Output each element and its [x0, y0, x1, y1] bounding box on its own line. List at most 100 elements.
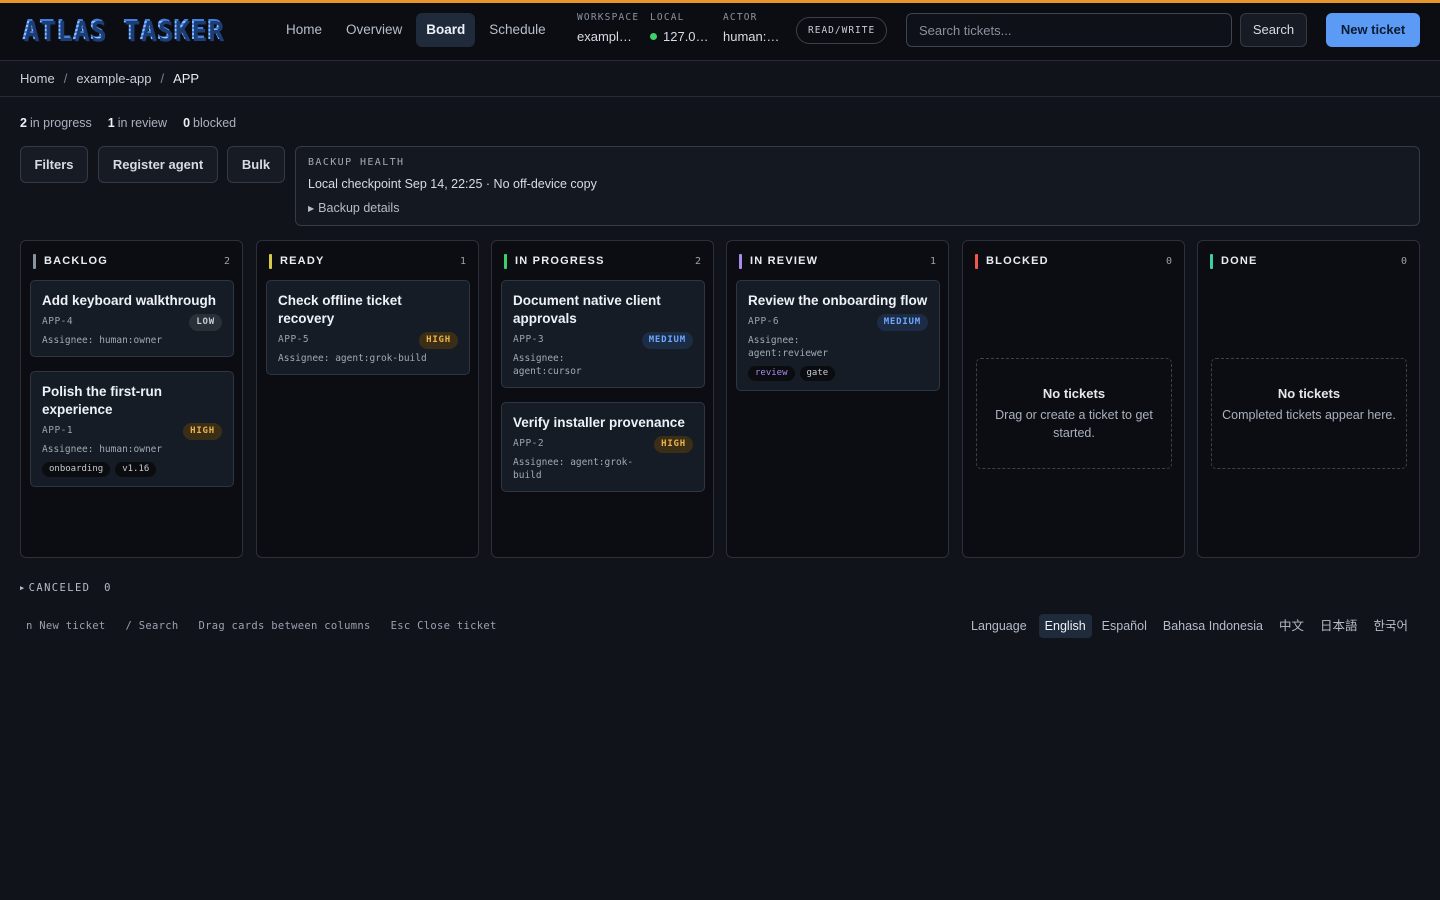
- actor-meta: ACTOR human:owner: [723, 12, 785, 44]
- nav-schedule[interactable]: Schedule: [479, 13, 555, 47]
- column-color-bar: [975, 254, 978, 269]
- ticket-assignee: Assignee: human:owner: [42, 444, 163, 455]
- column-color-bar: [269, 254, 272, 269]
- priority-badge: HIGH: [654, 436, 693, 453]
- column-header: IN REVIEW 1: [739, 254, 936, 269]
- column-count: 2: [694, 256, 701, 267]
- language-option-spanish[interactable]: Español: [1096, 614, 1153, 638]
- search-input[interactable]: [906, 13, 1232, 47]
- language-label: Language: [971, 619, 1027, 633]
- column-blocked: BLOCKED 0 No tickets Drag or create a ti…: [962, 240, 1185, 558]
- nav-board[interactable]: Board: [416, 13, 476, 47]
- canceled-label: CANCELED: [28, 582, 91, 594]
- ticket-assignee: Assignee: human:owner: [42, 335, 163, 346]
- nav-home[interactable]: Home: [276, 13, 332, 47]
- new-ticket-button[interactable]: New ticket: [1326, 13, 1420, 47]
- ticket-assignee: Assignee: agent:grok-build: [278, 353, 427, 364]
- ticket-assignee: Assignee: agent:cursor: [513, 353, 582, 377]
- column-title: BLOCKED: [986, 255, 1049, 267]
- language-option-english[interactable]: English: [1038, 614, 1092, 638]
- bulk-button[interactable]: Bulk: [227, 146, 285, 183]
- status-dot-icon: [650, 33, 657, 40]
- shortcut-search: / Search: [125, 620, 179, 632]
- column-count: 1: [459, 256, 466, 267]
- tag: v1.16: [115, 462, 157, 477]
- workspace-label: WORKSPACE: [577, 12, 640, 23]
- breadcrumb-home[interactable]: Home: [20, 71, 55, 86]
- search-button[interactable]: Search: [1240, 13, 1307, 47]
- language-option-korean[interactable]: 한국어: [1367, 614, 1414, 638]
- ticket-card[interactable]: Check offline ticket recovery APP-5 HIGH…: [266, 280, 470, 375]
- mode-badge: READ/WRITE: [796, 17, 888, 44]
- column-header: IN PROGRESS 2: [504, 254, 701, 269]
- board-stats: 2 in progress 1 in review 0 blocked: [20, 116, 236, 130]
- empty-description: Completed tickets appear here.: [1222, 408, 1396, 422]
- backup-details-toggle[interactable]: ▶ Backup details: [308, 201, 1407, 215]
- ticket-title: Add keyboard walkthrough: [42, 293, 217, 308]
- column-title: BACKLOG: [44, 255, 109, 267]
- breadcrumb-separator: /: [63, 71, 68, 86]
- ticket-title: Check offline ticket recovery: [278, 293, 402, 326]
- language-option-chinese[interactable]: 中文: [1273, 614, 1310, 638]
- ticket-id: APP-5: [278, 334, 310, 345]
- priority-badge: MEDIUM: [876, 314, 928, 331]
- ticket-card[interactable]: Polish the first-run experience APP-1 HI…: [30, 371, 234, 487]
- ticket-id: APP-2: [513, 438, 545, 449]
- filters-button[interactable]: Filters: [20, 146, 88, 183]
- ticket-title: Review the onboarding flow: [748, 293, 928, 308]
- empty-title: No tickets: [1042, 386, 1106, 401]
- ticket-id: APP-6: [748, 316, 780, 327]
- breadcrumb-separator: /: [160, 71, 165, 86]
- language-switcher: Language English Español Bahasa Indonesi…: [965, 614, 1414, 638]
- caret-right-icon: ▶: [20, 584, 26, 592]
- column-backlog: BACKLOG 2 Add keyboard walkthrough APP-4…: [20, 240, 243, 558]
- ticket-title: Document native client approvals: [513, 293, 661, 326]
- column-color-bar: [33, 254, 36, 269]
- ticket-title: Polish the first-run experience: [42, 384, 163, 417]
- ticket-assignee: Assignee: agent:grok-build: [513, 457, 634, 481]
- ticket-card[interactable]: Verify installer provenance APP-2 HIGH A…: [501, 402, 705, 492]
- column-header: BACKLOG 2: [33, 254, 230, 269]
- breadcrumb-workspace[interactable]: example-app: [76, 71, 151, 86]
- language-option-japanese[interactable]: 日本語: [1314, 614, 1364, 638]
- column-color-bar: [1210, 254, 1213, 269]
- nav-overview[interactable]: Overview: [336, 13, 412, 47]
- tag: onboarding: [42, 462, 111, 477]
- priority-badge: LOW: [189, 314, 222, 331]
- column-header: DONE 0: [1210, 254, 1407, 269]
- column-done: DONE 0 No tickets Completed tickets appe…: [1197, 240, 1420, 558]
- column-ready: READY 1 Check offline ticket recovery AP…: [256, 240, 479, 558]
- column-header: READY 1: [269, 254, 466, 269]
- column-count: 2: [223, 256, 230, 267]
- app-logo[interactable]: ATLAS TASKER: [22, 13, 223, 47]
- ticket-card[interactable]: Add keyboard walkthrough APP-4 LOW Assig…: [30, 280, 234, 357]
- language-option-indonesian[interactable]: Bahasa Indonesia: [1157, 614, 1269, 638]
- empty-state[interactable]: No tickets Completed tickets appear here…: [1211, 358, 1407, 469]
- ticket-tags: review gate: [748, 366, 928, 381]
- tag: gate: [799, 366, 836, 381]
- canceled-toggle[interactable]: ▶ CANCELED 0: [20, 582, 112, 594]
- ticket-tags: onboarding v1.16: [42, 462, 222, 477]
- actor-label: ACTOR: [723, 12, 758, 23]
- stat-in-progress: 2 in progress: [20, 116, 92, 130]
- empty-state[interactable]: No tickets Drag or create a ticket to ge…: [976, 358, 1172, 469]
- local-address: 127.0.0.1: [663, 29, 710, 44]
- column-color-bar: [504, 254, 507, 269]
- priority-badge: HIGH: [419, 332, 458, 349]
- local-label: LOCAL: [650, 12, 685, 23]
- ticket-card[interactable]: Document native client approvals APP-3 M…: [501, 280, 705, 388]
- ticket-assignee: Assignee: agent:reviewer: [748, 335, 829, 359]
- ticket-id: APP-3: [513, 334, 545, 345]
- workspace-meta: WORKSPACE example-app: [577, 12, 639, 44]
- column-in-review: IN REVIEW 1 Review the onboarding flow A…: [726, 240, 949, 558]
- shortcut-close: Esc Close ticket: [390, 620, 497, 632]
- column-in-progress: IN PROGRESS 2 Document native client app…: [491, 240, 714, 558]
- actor-value: human:owner: [723, 29, 785, 44]
- ticket-id: APP-1: [42, 425, 74, 436]
- register-agent-button[interactable]: Register agent: [98, 146, 218, 183]
- shortcut-new-ticket: n New ticket: [26, 620, 106, 632]
- local-value: 127.0.0.1: [650, 29, 710, 44]
- stat-in-review: 1 in review: [107, 116, 168, 130]
- ticket-card[interactable]: Review the onboarding flow APP-6 MEDIUM …: [736, 280, 940, 391]
- tag: review: [748, 366, 795, 381]
